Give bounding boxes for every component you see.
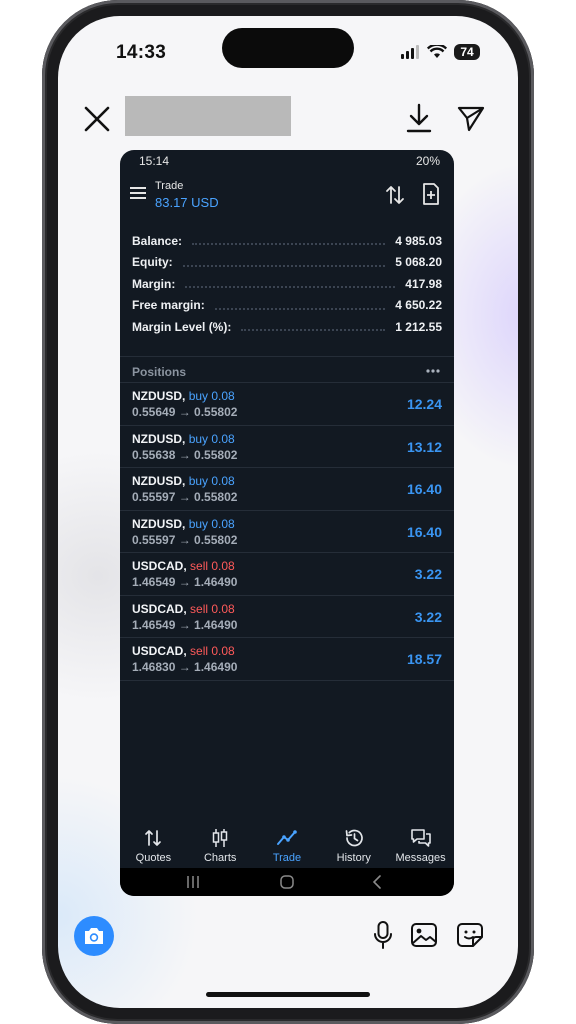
- account-row: Balance: 4 985.03: [132, 233, 442, 248]
- position-row[interactable]: NZDUSD, buy 0.08 0.55638 → 0.55802 13.12: [120, 424, 454, 468]
- microphone-icon[interactable]: [372, 920, 394, 950]
- ios-status-bar: 14:33 74: [58, 16, 518, 86]
- close-icon[interactable]: [82, 104, 112, 134]
- page-title: Trade: [155, 180, 184, 192]
- sort-icon[interactable]: [384, 184, 406, 206]
- position-profit: 13.12: [406, 438, 442, 455]
- nav-quotes[interactable]: Quotes: [120, 816, 187, 868]
- redacted-contact-name: [125, 96, 291, 136]
- menu-icon[interactable]: [130, 186, 146, 200]
- account-summary: Balance: 4 985.03 Equity: 5 068.20 Margi…: [132, 230, 442, 338]
- viewer-bottom-bar: [58, 914, 518, 964]
- position-profit: 12.24: [406, 396, 442, 412]
- total-profit: 83.17 USD: [155, 195, 219, 210]
- position-row[interactable]: NZDUSD, buy 0.08 0.55649 → 0.55802 12.24: [120, 382, 454, 425]
- position-row[interactable]: USDCAD, sell 0.08 1.46549 → 1.46490 3.22: [120, 594, 454, 638]
- recent-apps-icon[interactable]: [186, 876, 200, 888]
- more-options-icon[interactable]: [426, 369, 440, 373]
- account-row: Margin: 417.98: [132, 276, 442, 291]
- phone-screen: 14:33 74 15:14 20% Trade 83.17 USD Balan…: [58, 16, 518, 1008]
- android-battery: 20%: [415, 154, 440, 168]
- positions-title: Positions: [132, 365, 187, 379]
- home-indicator[interactable]: [206, 992, 370, 997]
- position-profit: 18.57: [406, 651, 442, 667]
- nav-messages[interactable]: Messages: [387, 816, 454, 868]
- position-row[interactable]: NZDUSD, buy 0.08 0.55597 → 0.55802 16.40: [120, 509, 454, 553]
- position-row[interactable]: NZDUSD, buy 0.08 0.55597 → 0.55802 16.40: [120, 467, 454, 510]
- charts-icon: [212, 829, 228, 847]
- positions-header: Positions: [120, 356, 454, 383]
- position-profit: 3.22: [414, 608, 442, 625]
- position-profit: 16.40: [406, 523, 442, 540]
- account-row: Free margin: 4 650.22: [132, 298, 442, 313]
- positions-list: NZDUSD, buy 0.08 0.55649 → 0.55802 12.24…: [120, 382, 454, 681]
- account-row: Equity: 5 068.20: [132, 255, 442, 270]
- position-row[interactable]: USDCAD, sell 0.08 1.46830 → 1.46490 18.5…: [120, 637, 454, 681]
- nav-charts[interactable]: Charts: [187, 816, 254, 868]
- download-icon[interactable]: [404, 102, 434, 134]
- trade-icon: [276, 830, 297, 845]
- position-profit: 3.22: [414, 566, 442, 582]
- bottom-navigation: Quotes Charts Trade History Messages: [120, 816, 454, 868]
- dynamic-island: [222, 28, 354, 68]
- trade-header: Trade 83.17 USD: [120, 174, 454, 222]
- wifi-icon: [427, 45, 447, 58]
- gallery-icon[interactable]: [410, 922, 438, 948]
- ios-clock: 14:33: [116, 42, 167, 63]
- position-row[interactable]: USDCAD, sell 0.08 1.46549 → 1.46490 3.22: [120, 552, 454, 595]
- camera-icon: [85, 928, 103, 944]
- new-order-icon[interactable]: [422, 182, 440, 206]
- back-icon[interactable]: [372, 875, 382, 889]
- messages-icon: [410, 829, 431, 847]
- shared-screenshot[interactable]: 15:14 20% Trade 83.17 USD Balance: 4 985…: [120, 150, 454, 896]
- cellular-signal-icon: [401, 45, 419, 59]
- android-status-bar: 15:14 20%: [120, 150, 454, 172]
- android-system-nav: [120, 868, 454, 896]
- send-icon[interactable]: [456, 104, 486, 132]
- nav-history[interactable]: History: [320, 816, 387, 868]
- position-profit: 16.40: [406, 481, 442, 497]
- sticker-icon[interactable]: [456, 922, 484, 948]
- battery-indicator: 74: [454, 44, 480, 60]
- android-clock: 15:14: [139, 154, 170, 168]
- quotes-icon: [145, 830, 162, 846]
- viewer-toolbar: [58, 96, 518, 140]
- account-row: Margin Level (%): 1 212.55: [132, 319, 442, 334]
- camera-button[interactable]: [74, 916, 114, 956]
- nav-trade[interactable]: Trade: [254, 816, 321, 868]
- home-icon[interactable]: [280, 875, 294, 889]
- history-icon: [345, 829, 363, 847]
